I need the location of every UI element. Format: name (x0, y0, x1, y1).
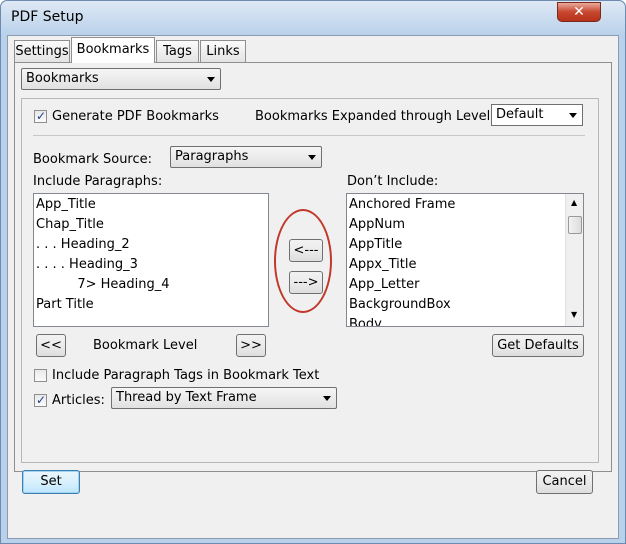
bookmark-source-label: Bookmark Source: (33, 152, 153, 167)
window-title: PDF Setup (11, 9, 84, 25)
set-button[interactable]: Set (22, 470, 80, 494)
articles-value: Thread by Text Frame (116, 390, 257, 405)
set-label: Set (40, 474, 62, 489)
expanded-level-select[interactable]: Default (491, 104, 583, 126)
check-icon: ✓ (36, 393, 47, 407)
list-item[interactable]: App_Title (36, 197, 96, 217)
level-decrease-label: << (40, 338, 62, 353)
page-select[interactable]: Bookmarks (21, 68, 221, 90)
tab-tags-label: Tags (163, 44, 192, 59)
move-left-button[interactable]: <--- (289, 239, 323, 262)
list-item[interactable]: AppNum (349, 217, 405, 237)
move-right-label: ---> (293, 275, 319, 290)
tab-tags[interactable]: Tags (156, 40, 199, 62)
level-decrease-button[interactable]: << (36, 334, 66, 357)
generate-bookmarks-label: Generate PDF Bookmarks (52, 109, 219, 124)
page-select-value: Bookmarks (26, 71, 99, 86)
get-defaults-label: Get Defaults (497, 338, 579, 353)
bookmark-source-select[interactable]: Paragraphs (170, 146, 322, 168)
chevron-down-icon (308, 155, 316, 160)
articles-label: Articles: (52, 393, 105, 408)
include-paragraphs-list[interactable]: App_Title Chap_Title . . . Heading_2 . .… (33, 193, 269, 327)
list-item[interactable]: Chap_Title (36, 217, 104, 237)
include-tags-label: Include Paragraph Tags in Bookmark Text (52, 368, 320, 383)
cancel-button[interactable]: Cancel (536, 470, 593, 494)
close-button[interactable]: ✕ (557, 2, 601, 22)
pdf-setup-window: PDF Setup ✕ Settings Bookmarks Tags Link… (0, 0, 626, 544)
list-item[interactable]: Body (349, 317, 382, 326)
bookmarks-tab-panel: Bookmarks ✓ Generate PDF Bookmarks Bookm… (14, 62, 612, 472)
list-item[interactable]: Appx_Title (349, 257, 416, 277)
tab-links[interactable]: Links (200, 40, 246, 62)
scroll-thumb[interactable] (568, 216, 582, 234)
move-right-button[interactable]: ---> (289, 271, 323, 294)
tab-links-label: Links (206, 44, 240, 59)
list-item[interactable]: AppTitle (349, 237, 402, 257)
expanded-level-label: Bookmarks Expanded through Level: (255, 109, 495, 124)
dont-include-list[interactable]: Anchored Frame AppNum AppTitle Appx_Titl… (346, 193, 584, 327)
get-defaults-button[interactable]: Get Defaults (492, 334, 584, 357)
tab-bookmarks-label: Bookmarks (76, 42, 150, 57)
dont-include-label: Don’t Include: (347, 174, 439, 189)
chevron-down-icon (569, 113, 577, 118)
list-item[interactable]: Part Title (36, 297, 94, 317)
dialog-client: Settings Bookmarks Tags Links Bookmarks … (7, 35, 619, 539)
title-bar[interactable]: PDF Setup ✕ (1, 1, 625, 35)
bookmark-level-label: Bookmark Level (93, 338, 198, 353)
close-icon: ✕ (573, 4, 585, 20)
articles-select[interactable]: Thread by Text Frame (111, 387, 337, 409)
vertical-scrollbar[interactable]: ▲ ▼ (565, 194, 583, 326)
level-increase-button[interactable]: >> (236, 334, 266, 357)
expanded-level-value: Default (496, 107, 544, 122)
tab-settings[interactable]: Settings (14, 40, 70, 62)
list-item[interactable]: BackgroundBox (349, 297, 451, 317)
chevron-down-icon (323, 396, 331, 401)
list-item[interactable]: . . . Heading_2 (36, 237, 130, 257)
cancel-label: Cancel (542, 474, 587, 489)
scroll-down-icon[interactable]: ▼ (571, 310, 577, 319)
scroll-up-icon[interactable]: ▲ (571, 198, 577, 207)
move-left-label: <--- (293, 243, 319, 258)
list-item[interactable]: App_Letter (349, 277, 419, 297)
level-increase-label: >> (240, 338, 262, 353)
divider (33, 135, 585, 136)
list-item[interactable]: Anchored Frame (349, 197, 455, 217)
tab-settings-label: Settings (15, 44, 69, 59)
check-icon: ✓ (36, 109, 47, 123)
chevron-down-icon (207, 77, 215, 82)
articles-checkbox[interactable]: ✓ (34, 393, 47, 407)
generate-bookmarks-checkbox[interactable]: ✓ (34, 109, 47, 123)
list-item[interactable]: 7> Heading_4 (36, 277, 169, 297)
include-tags-checkbox[interactable] (34, 369, 47, 382)
list-item[interactable]: . . . . Heading_3 (36, 257, 138, 277)
tab-bookmarks[interactable]: Bookmarks (71, 37, 155, 63)
include-paragraphs-label: Include Paragraphs: (33, 174, 163, 189)
bookmark-source-value: Paragraphs (175, 149, 249, 164)
